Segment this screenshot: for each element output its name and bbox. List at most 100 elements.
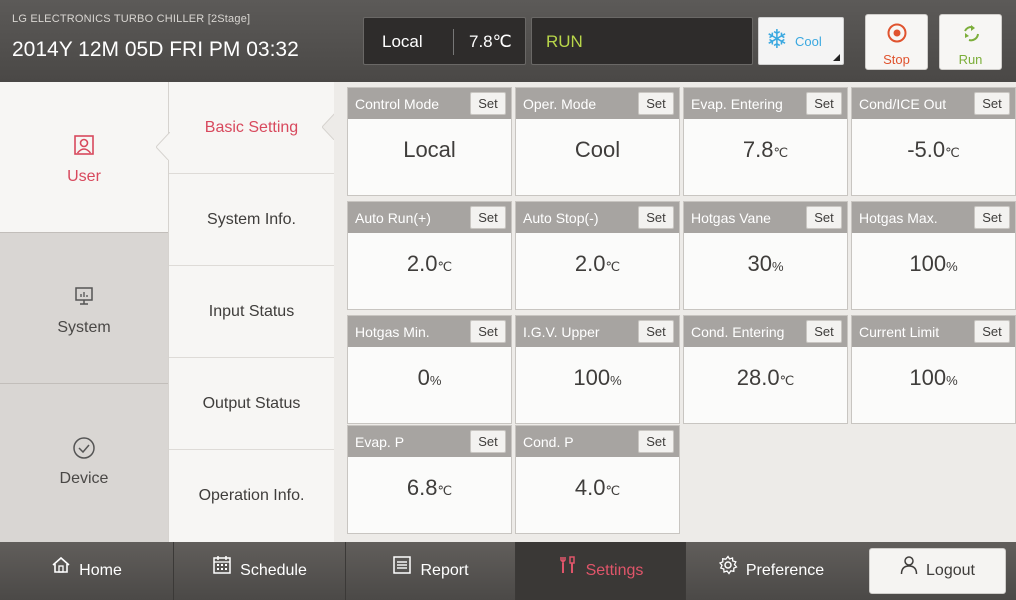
set-button[interactable]: Set [470, 430, 506, 453]
dropdown-corner-icon [833, 54, 840, 61]
subnav-item-system-info[interactable]: System Info. [169, 174, 334, 266]
schedule-button[interactable]: Schedule [174, 542, 346, 600]
setting-card-igv-upper: I.G.V. Upper Set 100% [515, 315, 680, 424]
card-title: Cond/ICE Out [859, 96, 947, 112]
sub-nav: Basic Setting System Info. Input Status … [168, 82, 334, 542]
set-button[interactable]: Set [806, 92, 842, 115]
card-title: Cond. Entering [691, 324, 785, 340]
card-value: Cool [574, 137, 621, 162]
set-button[interactable]: Set [470, 320, 506, 343]
stop-button[interactable]: Stop [865, 14, 928, 70]
stop-label: Stop [883, 52, 910, 67]
logout-label: Logout [926, 562, 975, 579]
card-title: Cond. P [523, 434, 574, 450]
nav-label-device: Device [59, 470, 109, 487]
run-status: RUN [546, 32, 583, 51]
nav-item-system[interactable]: System [0, 233, 168, 384]
card-value: Local [403, 137, 456, 162]
nav-item-user[interactable]: User [0, 82, 168, 233]
set-button[interactable]: Set [470, 206, 506, 229]
home-button[interactable]: Home [0, 542, 174, 600]
card-value: 100 [909, 365, 947, 390]
stop-icon [866, 22, 927, 49]
card-unit: ℃ [605, 259, 621, 274]
card-unit: ℃ [437, 259, 453, 274]
preference-button[interactable]: Preference [686, 542, 856, 600]
set-button[interactable]: Set [974, 206, 1010, 229]
card-value: 6.8 [406, 475, 438, 500]
datetime: 2014Y 12M 05D FRI PM 03:32 [12, 38, 299, 61]
setting-card-hotgas-max: Hotgas Max. Set 100% [851, 201, 1016, 310]
set-button[interactable]: Set [806, 206, 842, 229]
card-title: Oper. Mode [523, 96, 597, 112]
card-value: 2.0 [406, 251, 438, 276]
settings-tools-icon [558, 542, 578, 600]
setting-card-hotgas-vane: Hotgas Vane Set 30% [683, 201, 848, 310]
gear-icon [718, 542, 738, 600]
setting-card-cond-ice-out: Cond/ICE Out Set -5.0℃ [851, 87, 1016, 196]
card-value: -5.0 [907, 137, 946, 162]
report-icon [392, 542, 412, 600]
snowflake-icon: ❄ [766, 24, 788, 54]
subnav-item-operation-info[interactable]: Operation Info. [169, 450, 334, 542]
card-value: 0 [417, 365, 430, 390]
set-button[interactable]: Set [638, 92, 674, 115]
user-outline-icon [900, 549, 918, 593]
setting-card-cond-entering: Cond. Entering Set 28.0℃ [683, 315, 848, 424]
card-value: 2.0 [574, 251, 606, 276]
card-unit: % [946, 259, 958, 274]
nav-label-system: System [57, 319, 111, 336]
card-title: Hotgas Min. [355, 324, 430, 340]
card-unit: % [429, 373, 442, 388]
subnav-item-output-status[interactable]: Output Status [169, 358, 334, 450]
schedule-label: Schedule [240, 562, 307, 579]
oper-mode-label: Cool [795, 34, 822, 49]
card-value: 28.0 [736, 365, 780, 390]
card-unit: ℃ [773, 145, 789, 160]
setting-card-current-limit: Current Limit Set 100% [851, 315, 1016, 424]
logout-button[interactable]: Logout [869, 548, 1006, 594]
card-value: 100 [909, 251, 947, 276]
set-button[interactable]: Set [638, 320, 674, 343]
set-button[interactable]: Set [638, 206, 674, 229]
subnav-item-basic-setting[interactable]: Basic Setting [169, 82, 334, 174]
oper-mode-selector[interactable]: ❄ Cool [758, 17, 844, 65]
card-unit: ℃ [779, 373, 795, 388]
set-button[interactable]: Set [638, 430, 674, 453]
card-unit: ℃ [437, 483, 453, 498]
device-subtitle: LG ELECTRONICS TURBO CHILLER [2Stage] [12, 13, 251, 25]
report-button[interactable]: Report [346, 542, 516, 600]
preference-label: Preference [745, 562, 825, 579]
setting-card-hotgas-min: Hotgas Min. Set 0% [347, 315, 512, 424]
card-value: 100 [573, 365, 611, 390]
main-nav: User System Device [0, 82, 168, 542]
home-icon [51, 542, 71, 600]
settings-grid: Control Mode Set Local Oper. Mode Set Co… [334, 82, 1016, 542]
nav-item-device[interactable]: Device [0, 384, 168, 542]
recycle-icon [940, 22, 1001, 49]
run-label: Run [958, 52, 983, 67]
subnav-item-input-status[interactable]: Input Status [169, 266, 334, 358]
setting-card-oper-mode: Oper. Mode Set Cool [515, 87, 680, 196]
card-unit: % [946, 373, 958, 388]
nav-label-user: User [67, 168, 101, 185]
setting-card-auto-run: Auto Run(+) Set 2.0℃ [347, 201, 512, 310]
control-temp-box: Local 7.8℃ [363, 17, 526, 65]
bottom-nav: Home Schedule Report Settings Preference [0, 542, 1016, 600]
monitor-icon [0, 285, 168, 307]
card-unit: ℃ [605, 483, 621, 498]
card-title: Auto Run(+) [355, 210, 431, 226]
set-button[interactable]: Set [974, 92, 1010, 115]
settings-button[interactable]: Settings [516, 542, 686, 600]
card-unit: ℃ [945, 145, 960, 160]
set-button[interactable]: Set [806, 320, 842, 343]
card-title: I.G.V. Upper [523, 324, 600, 340]
temperature-display: 7.8℃ [469, 32, 512, 51]
card-unit: % [771, 259, 784, 274]
set-button[interactable]: Set [470, 92, 506, 115]
user-icon [0, 134, 168, 156]
card-title: Current Limit [859, 324, 940, 340]
set-button[interactable]: Set [974, 320, 1010, 343]
run-button[interactable]: Run [939, 14, 1002, 70]
card-title: Evap. Entering [691, 96, 783, 112]
